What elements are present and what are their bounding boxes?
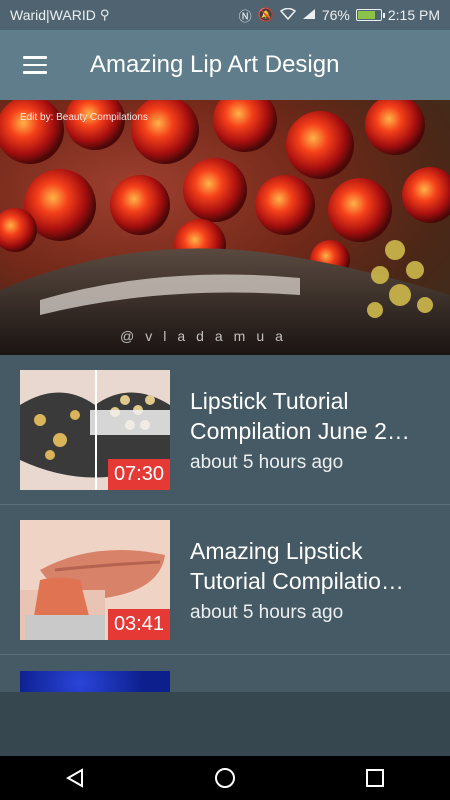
home-icon[interactable]: [195, 756, 255, 800]
nfc-icon: Ⓝ: [238, 8, 252, 24]
recents-icon[interactable]: [345, 756, 405, 800]
video-credit: Edit by: Beauty Compilations: [20, 112, 148, 123]
status-bar: Warid|WARID ⚲ Ⓝ 🔕 76% 2:15 PM: [0, 0, 450, 30]
video-time: about 5 hours ago: [190, 601, 344, 623]
video-thumbnail: 03:41: [20, 519, 170, 640]
battery-percent: 76%: [321, 7, 350, 23]
system-nav-bar: [0, 756, 450, 800]
carrier-label: Warid|WARID: [10, 7, 96, 23]
video-thumbnail-partial[interactable]: [20, 671, 170, 692]
wifi-icon: [279, 7, 296, 23]
mute-icon: 🔕: [257, 7, 274, 22]
bottom-area: [0, 692, 450, 756]
list-item[interactable]: 07:30 Lipstick Tutorial Compilation June…: [0, 355, 450, 505]
video-title: Lipstick Tutorial Compilation June 2…: [190, 387, 410, 444]
signal-icon: [302, 8, 316, 23]
battery-icon: [355, 9, 385, 21]
video-title: Amazing Lipstick Tutorial Compilatio…: [190, 537, 404, 594]
duration-badge: 07:30: [107, 458, 170, 490]
video-thumbnail: 07:30: [20, 369, 170, 490]
app-title: Amazing Lip Art Design: [90, 51, 340, 78]
usb-icon: ⚲: [99, 7, 110, 22]
back-icon[interactable]: [45, 756, 105, 800]
featured-thumbnail: [0, 100, 450, 355]
app-bar: Amazing Lip Art Design: [0, 30, 450, 100]
video-time: about 5 hours ago: [190, 451, 344, 473]
hamburger-menu-icon[interactable]: [0, 30, 70, 100]
clock: 2:15 PM: [387, 7, 440, 23]
watermark: @vladamua: [120, 328, 294, 344]
featured-video[interactable]: Edit by: Beauty Compilations @vladamua: [0, 100, 450, 355]
duration-badge: 03:41: [107, 608, 170, 640]
list-item[interactable]: 03:41 Amazing Lipstick Tutorial Compilat…: [0, 505, 450, 655]
video-list: 07:30 Lipstick Tutorial Compilation June…: [0, 355, 450, 692]
